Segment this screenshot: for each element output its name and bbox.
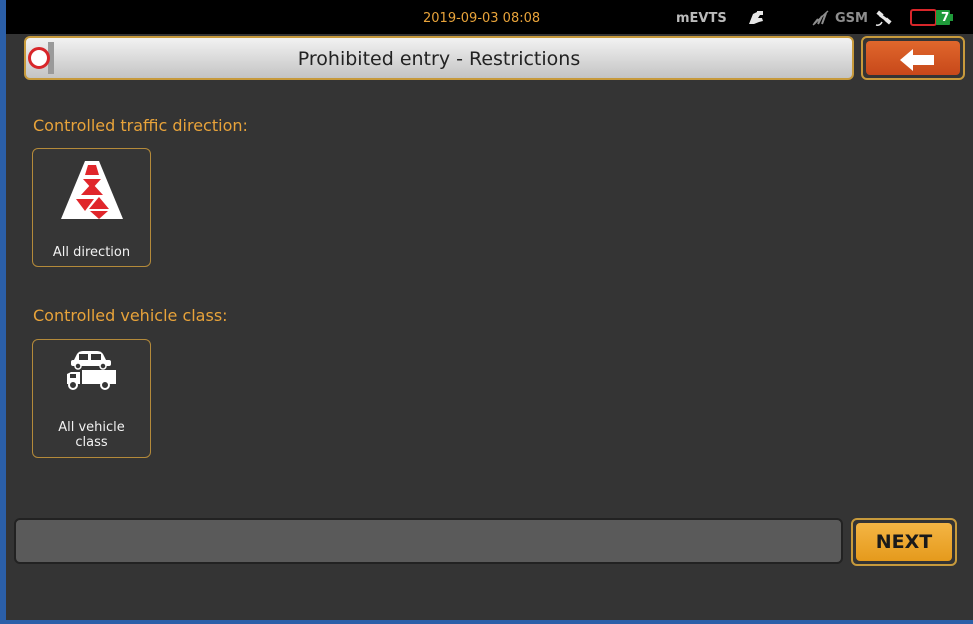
back-button[interactable] xyxy=(861,36,965,80)
satellite-icon xyxy=(874,8,896,32)
progress-bar xyxy=(14,518,843,564)
battery-icon xyxy=(910,8,958,32)
next-button-label: NEXT xyxy=(856,523,952,561)
status-network: GSM xyxy=(835,11,868,26)
vehicle-section-label: Controlled vehicle class: xyxy=(33,306,228,325)
title-bar: Prohibited entry - Restrictions xyxy=(24,36,854,80)
car-truck-icon xyxy=(65,348,117,396)
all-direction-label: All direction xyxy=(52,245,131,260)
all-vehicle-class-tile[interactable]: All vehicle class xyxy=(32,339,151,458)
battery-level: 7 xyxy=(941,10,950,24)
screen-frame-bottom xyxy=(0,620,973,624)
no-signal-icon xyxy=(812,10,834,30)
status-bar: 2019-09-03 08:08 mEVTS GSM 7 xyxy=(6,0,973,34)
next-button[interactable]: NEXT xyxy=(851,518,957,566)
status-app-name: mEVTS xyxy=(676,11,727,26)
status-datetime: 2019-09-03 08:08 xyxy=(423,11,541,26)
arrow-left-icon xyxy=(900,49,934,75)
screen-frame-left xyxy=(0,0,6,624)
direction-section-label: Controlled traffic direction: xyxy=(33,116,248,135)
all-direction-tile[interactable]: All direction xyxy=(32,148,151,267)
hand-device-icon xyxy=(746,9,766,31)
road-all-direction-icon xyxy=(61,161,123,223)
all-vehicle-class-label: All vehicle class xyxy=(58,420,125,450)
page-title: Prohibited entry - Restrictions xyxy=(297,48,581,70)
